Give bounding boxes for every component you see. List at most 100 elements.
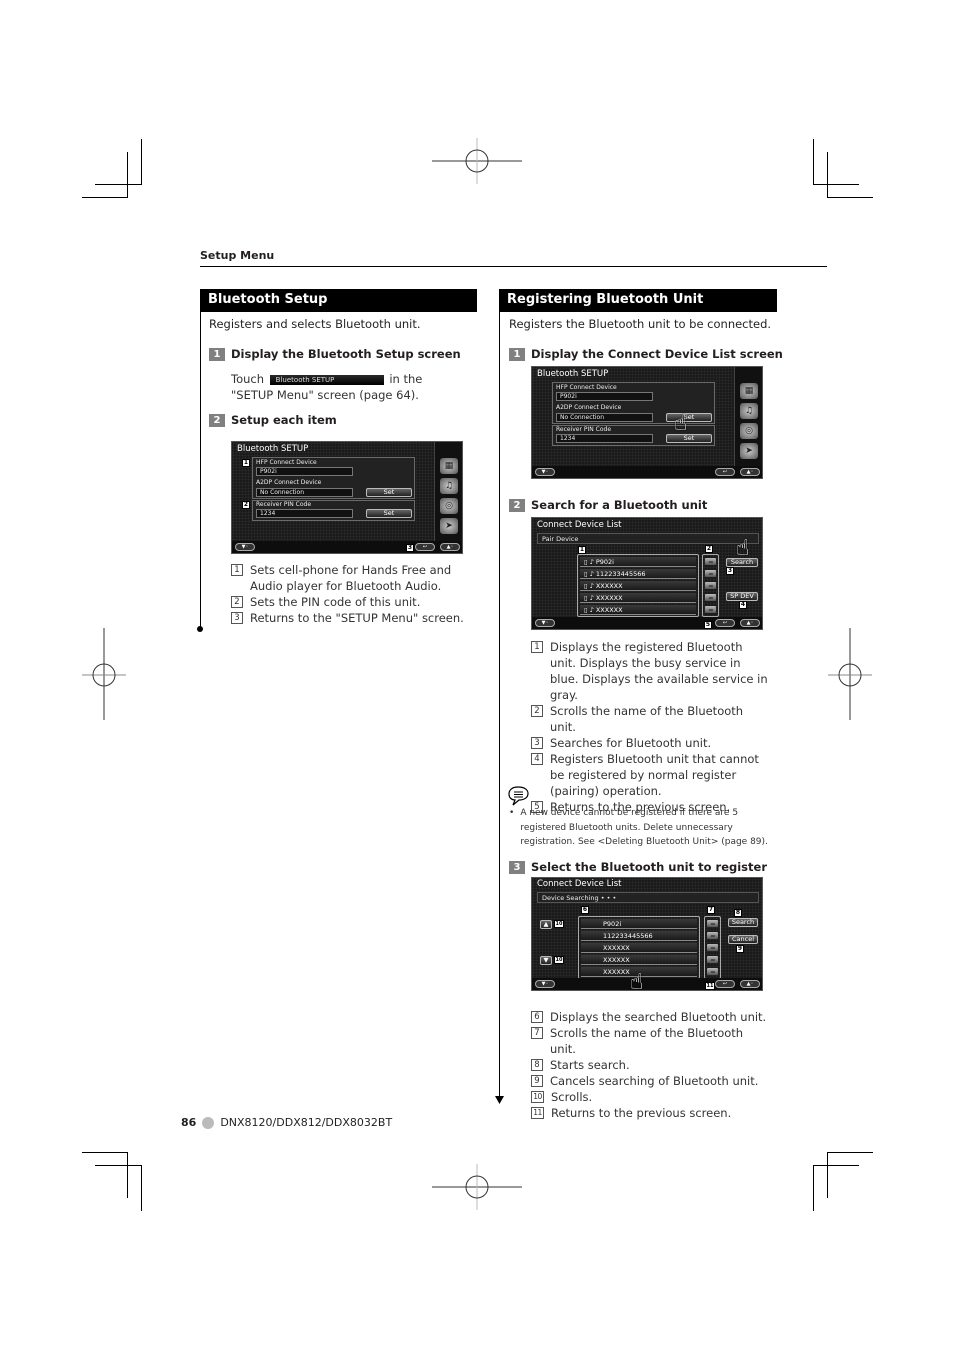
left-legend-list: 1 Sets cell-phone for Hands Free and Audi…: [231, 562, 471, 626]
sp-dev-button[interactable]: SP DEV: [726, 592, 758, 601]
step-title: Select the Bluetooth unit to register: [531, 860, 767, 874]
device-row[interactable]: P902i: [581, 919, 697, 929]
legend-item: 8 Starts search.: [531, 1057, 771, 1073]
pin-code-field[interactable]: 1234: [256, 509, 353, 518]
scroll-name-button[interactable]: ◂◂: [705, 594, 716, 601]
device-row[interactable]: XXXXXX: [581, 955, 697, 965]
connect-device-list-screen: Connect Device List Pair Device ▯ ♪ P902…: [531, 517, 763, 630]
a2dp-set-button[interactable]: Set: [666, 413, 712, 422]
scroll-up-list-button[interactable]: ▲: [540, 920, 552, 929]
pin-code-field[interactable]: 1234: [556, 434, 653, 443]
legend-item: 2 Scrolls the name of the Bluetooth unit.: [531, 703, 771, 735]
scroll-name-button[interactable]: ◂◂: [705, 606, 716, 613]
display-icon[interactable]: ▦: [440, 458, 458, 474]
screen-sidebar: ▦ ♫ ◎ ➤: [434, 442, 462, 541]
av-icon[interactable]: ♫: [440, 478, 458, 494]
device-row[interactable]: ▯ ♪ P902i: [580, 557, 696, 567]
cancel-button[interactable]: Cancel: [728, 935, 758, 944]
section-intro: Registers the Bluetooth unit to be conne…: [509, 317, 772, 331]
step-number: 1: [209, 347, 225, 361]
device-row[interactable]: ▯ ♪ XXXXXX: [580, 593, 696, 603]
bluetooth-setup-screen: Bluetooth SETUP HFP Connect Device P902i…: [231, 441, 463, 554]
device-row[interactable]: ▯ ♪ XXXXXX: [580, 605, 696, 615]
callout-marker: 10: [554, 920, 564, 928]
a2dp-label: A2DP Connect Device: [256, 479, 322, 486]
scroll-up-button[interactable]: ▲◦: [740, 980, 760, 988]
pin-label: Receiver PIN Code: [556, 426, 612, 433]
legend-item: 6 Displays the searched Bluetooth unit.: [531, 1009, 771, 1025]
display-icon[interactable]: ▦: [740, 383, 758, 399]
bluetooth-setup-screen-touch: Bluetooth SETUP HFP Connect Device P902i…: [531, 366, 763, 479]
legend-item: 9 Cancels searching of Bluetooth unit.: [531, 1073, 771, 1089]
bluetooth-setup-inline-button: Bluetooth SETUP: [269, 374, 384, 385]
step-2: 2 Search for a Bluetooth unit: [509, 498, 707, 512]
navigation-icon[interactable]: ➤: [440, 518, 458, 534]
scroll-down-button[interactable]: ▼◦: [535, 619, 555, 627]
return-button[interactable]: ↩: [715, 619, 735, 627]
legend-item: 1 Sets cell-phone for Hands Free and Audi…: [231, 562, 471, 594]
av-icon[interactable]: ♫: [740, 403, 758, 419]
left-column-end-dot: [197, 626, 203, 632]
right-column-rule: [499, 290, 500, 1098]
a2dp-device-field[interactable]: No Connection: [556, 413, 653, 422]
device-row[interactable]: ▯ ♪ 112233445566: [580, 569, 696, 579]
section-title-bluetooth-setup: Bluetooth Setup: [200, 289, 477, 312]
scroll-name-button[interactable]: ◂◂: [705, 582, 716, 589]
pair-device-label: Pair Device: [542, 535, 579, 543]
return-button[interactable]: ↩: [715, 468, 735, 476]
pin-set-button[interactable]: Set: [366, 509, 412, 518]
name-scroll-column: ◂◂ ◂◂ ◂◂ ◂◂ ◂◂: [702, 554, 719, 617]
callout-marker: 8: [734, 909, 742, 917]
callout-marker: 3: [726, 567, 734, 575]
step-1: 1 Display the Bluetooth Setup screen: [209, 347, 461, 361]
scroll-down-list-button[interactable]: ▼: [540, 956, 552, 965]
callout-marker: 11: [705, 982, 715, 990]
scroll-down-button[interactable]: ▼◦: [535, 980, 555, 988]
step-3: 3 Select the Bluetooth unit to register: [509, 860, 767, 874]
a2dp-set-button[interactable]: Set: [366, 488, 412, 497]
scroll-up-button[interactable]: ▲◦: [740, 468, 760, 476]
scroll-name-button[interactable]: ◂◂: [707, 968, 718, 975]
speaker-icon[interactable]: ◎: [440, 498, 458, 514]
screen-title: Bluetooth SETUP: [237, 444, 309, 454]
scroll-up-button[interactable]: ▲◦: [740, 619, 760, 627]
scroll-name-button[interactable]: ◂◂: [707, 932, 718, 939]
scroll-down-button[interactable]: ▼◦: [235, 543, 255, 551]
device-searching-screen: Connect Device List Device Searching • •…: [531, 877, 763, 991]
a2dp-device-field[interactable]: No Connection: [256, 488, 353, 497]
scroll-name-button[interactable]: ◂◂: [705, 558, 716, 565]
step-1-instructions: Touch Bluetooth SETUP in the "SETUP Menu…: [231, 371, 466, 403]
note-speech-bubble-icon: [508, 786, 529, 806]
footer-bullet-icon: [202, 1116, 215, 1129]
device-row[interactable]: ▯ ♪ XXXXXX: [580, 581, 696, 591]
callout-marker: 3: [406, 544, 414, 552]
device-row[interactable]: 112233445566: [581, 931, 697, 941]
callout-marker: 10: [554, 956, 564, 964]
scroll-name-button[interactable]: ◂◂: [707, 920, 718, 927]
step-title: Display the Bluetooth Setup screen: [231, 347, 461, 361]
search-button[interactable]: Search: [728, 918, 758, 927]
return-button[interactable]: ↩: [415, 543, 435, 551]
screen-title: Connect Device List: [537, 879, 622, 889]
hfp-device-field[interactable]: P902i: [556, 392, 653, 401]
scroll-name-button[interactable]: ◂◂: [705, 570, 716, 577]
pin-set-button[interactable]: Set: [666, 434, 712, 443]
step-number: 2: [509, 498, 525, 512]
navigation-icon[interactable]: ➤: [740, 443, 758, 459]
legend-item: 3 Returns to the "SETUP Menu" screen.: [231, 610, 471, 626]
running-head-rule: [200, 266, 827, 267]
scroll-name-button[interactable]: ◂◂: [707, 944, 718, 951]
device-searching-label: Device Searching • • •: [542, 894, 617, 902]
scroll-down-button[interactable]: ▼◦: [535, 468, 555, 476]
scroll-up-button[interactable]: ▲◦: [440, 543, 460, 551]
scroll-name-button[interactable]: ◂◂: [707, 956, 718, 963]
step-number: 3: [509, 860, 525, 874]
device-row[interactable]: XXXXXX: [581, 943, 697, 953]
hfp-device-field[interactable]: P902i: [256, 467, 353, 476]
page-number: 86: [181, 1116, 197, 1129]
return-button[interactable]: ↩: [715, 980, 735, 988]
callout-marker: 9: [736, 945, 744, 953]
speaker-icon[interactable]: ◎: [740, 423, 758, 439]
touch-label: Touch: [231, 372, 265, 386]
a2dp-label: A2DP Connect Device: [556, 404, 622, 411]
